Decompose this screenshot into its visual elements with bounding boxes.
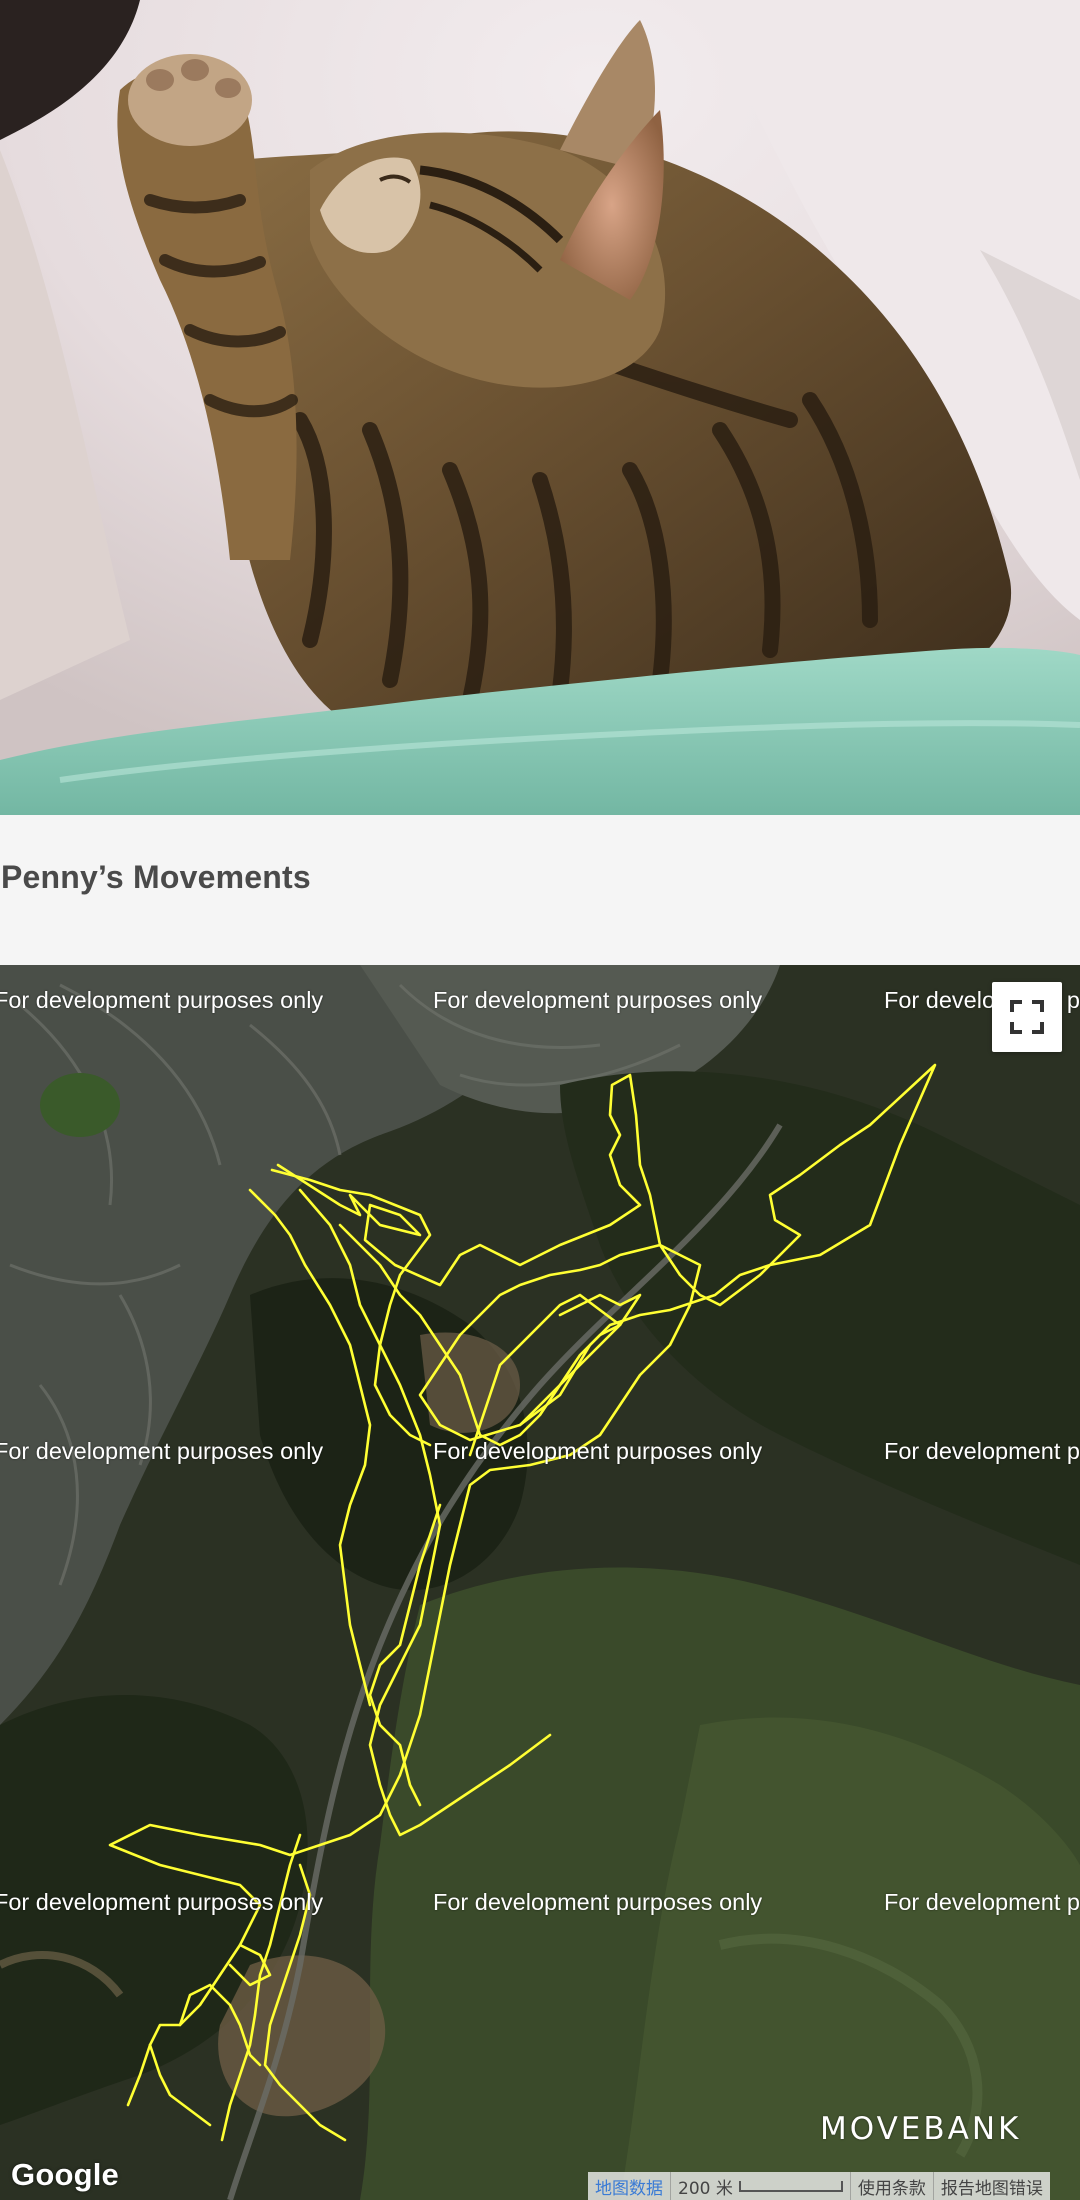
map-scale[interactable]: 200 米 <box>670 2172 850 2200</box>
fullscreen-button[interactable] <box>992 982 1062 1052</box>
report-error-link[interactable]: 报告地图错误 <box>941 2174 1043 2199</box>
scale-label: 200 米 <box>678 2178 733 2199</box>
dev-watermark: For development purposes only <box>884 1438 1080 1464</box>
movebank-logo: MOVEBANK <box>820 2111 1022 2147</box>
report-error-link-cell[interactable]: 报告地图错误 <box>932 2172 1050 2200</box>
map-attribution-bar: 地图数据 200 米 使用条款 报告地图错误 <box>588 2172 1050 2200</box>
dev-watermark: For development purposes only <box>0 987 324 1013</box>
fullscreen-icon <box>1010 1000 1044 1034</box>
dev-watermark: For development purposes only <box>433 1438 763 1464</box>
dev-watermark: For development purposes only <box>433 987 763 1013</box>
map-data-link[interactable]: 地图数据 <box>595 2174 663 2199</box>
dev-watermark: For development purposes only <box>433 1889 763 1915</box>
dev-watermark: For development purposes only <box>0 1889 324 1915</box>
scale-bar <box>738 2180 843 2192</box>
cat-photo <box>0 0 1080 815</box>
track-path <box>108 1063 937 2107</box>
terms-link-cell[interactable]: 使用条款 <box>849 2172 933 2200</box>
dev-watermark: For development purposes only <box>884 1889 1080 1915</box>
google-logo[interactable]: Google <box>11 2157 119 2193</box>
movement-track <box>108 1063 937 2142</box>
dev-watermark: For development purposes only <box>0 1438 324 1464</box>
movement-map[interactable]: For development purposes only For develo… <box>0 965 1080 2200</box>
terms-link[interactable]: 使用条款 <box>858 2174 926 2199</box>
section-header: Penny’s Movements <box>0 815 1080 965</box>
map-data-link-cell[interactable]: 地图数据 <box>588 2172 670 2200</box>
page-title: Penny’s Movements <box>1 859 311 895</box>
